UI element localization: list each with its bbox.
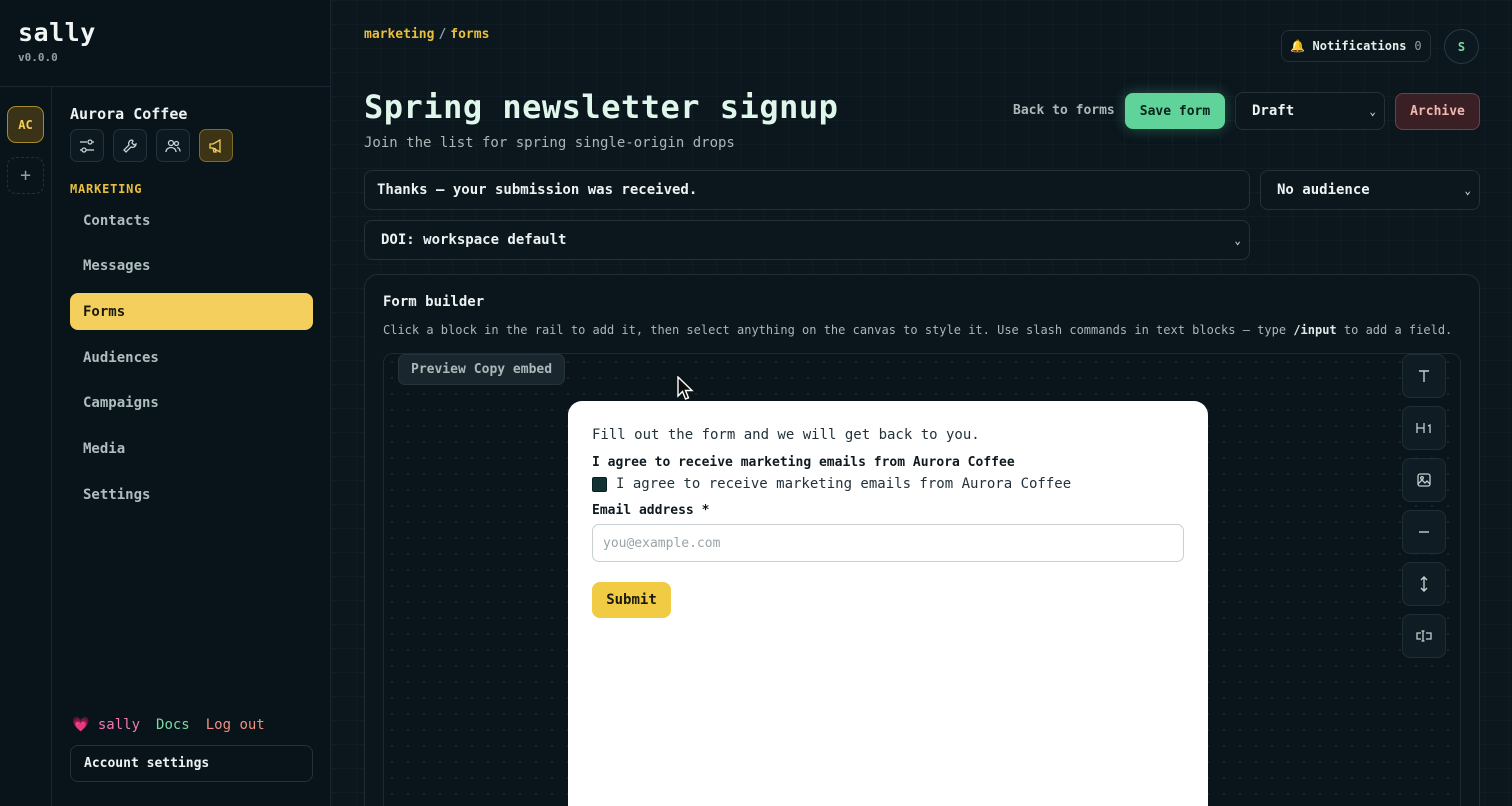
docs-link[interactable]: Docs bbox=[156, 717, 190, 733]
text-icon bbox=[1419, 370, 1429, 382]
chevron-down-icon: ⌄ bbox=[1369, 104, 1376, 118]
workspace-badge[interactable]: AC bbox=[7, 106, 44, 143]
builder-canvas[interactable]: Preview Copy embed Fill out the form and… bbox=[383, 353, 1461, 806]
settings-sliders-button[interactable] bbox=[70, 129, 104, 162]
back-to-forms-link[interactable]: Back to forms bbox=[1013, 103, 1115, 118]
add-image-block-button[interactable] bbox=[1402, 458, 1446, 502]
section-label: MARKETING bbox=[70, 182, 143, 196]
add-spacer-block-button[interactable] bbox=[1402, 562, 1446, 606]
chevron-down-icon: ⌄ bbox=[1464, 183, 1471, 197]
input-icon bbox=[1416, 630, 1432, 642]
divider-icon bbox=[1419, 531, 1429, 533]
doi-select[interactable]: DOI: workspace default ⌄ bbox=[364, 220, 1250, 260]
thanks-message-input[interactable]: Thanks — your submission was received. bbox=[364, 170, 1250, 210]
sidebar-footer: 💗 sally Docs Log out bbox=[72, 717, 265, 733]
workspace-name: Aurora Coffee bbox=[70, 105, 188, 123]
email-label[interactable]: Email address * bbox=[592, 503, 1184, 518]
avatar[interactable]: S bbox=[1444, 29, 1479, 64]
spacer-icon bbox=[1420, 576, 1428, 592]
users-icon bbox=[165, 139, 181, 152]
add-input-block-button[interactable] bbox=[1402, 614, 1446, 658]
add-heading-block-button[interactable] bbox=[1402, 406, 1446, 450]
notifications-label: 🔔 Notifications bbox=[1290, 39, 1407, 53]
save-form-button[interactable]: Save form bbox=[1125, 93, 1225, 129]
megaphone-icon bbox=[209, 138, 221, 153]
form-builder-panel: Form builder Click a block in the rail t… bbox=[364, 274, 1480, 806]
consent-checkbox[interactable] bbox=[592, 476, 607, 492]
sidebar-item-media[interactable]: Media bbox=[70, 430, 313, 467]
audience-select[interactable]: No audience ⌄ bbox=[1260, 170, 1480, 210]
breadcrumb-separator: / bbox=[438, 27, 447, 42]
block-rail bbox=[1402, 354, 1446, 666]
consent-label[interactable]: I agree to receive marketing emails from… bbox=[592, 455, 1184, 470]
add-divider-block-button[interactable] bbox=[1402, 510, 1446, 554]
builder-help-suffix: to add a field. bbox=[1336, 323, 1453, 337]
add-workspace-button[interactable]: + bbox=[7, 157, 44, 194]
brand: sally v0.0.0 bbox=[18, 18, 96, 64]
people-button[interactable] bbox=[156, 129, 190, 162]
notifications-count: 0 bbox=[1414, 39, 1422, 53]
workspace-rail: AC + bbox=[0, 87, 52, 806]
builder-help-command: /input bbox=[1293, 323, 1337, 337]
add-text-block-button[interactable] bbox=[1402, 354, 1446, 398]
mouse-cursor-icon bbox=[677, 376, 694, 400]
builder-title: Form builder bbox=[383, 294, 485, 310]
form-intro-text[interactable]: Fill out the form and we will get back t… bbox=[592, 427, 1184, 443]
marketing-button[interactable] bbox=[199, 129, 233, 162]
workspace-tools bbox=[70, 129, 233, 162]
email-field[interactable]: you@example.com bbox=[592, 524, 1184, 562]
sidebar-item-audiences[interactable]: Audiences bbox=[70, 339, 313, 376]
consent-row: I agree to receive marketing emails from… bbox=[592, 476, 1184, 492]
sidebar-item-settings[interactable]: Settings bbox=[70, 476, 313, 513]
sidebar: sally v0.0.0 AC + Aurora Coffee MARKETIN… bbox=[0, 0, 331, 806]
heading-icon bbox=[1416, 423, 1431, 433]
sidebar-nav: Contacts Messages Forms Audiences Campai… bbox=[70, 202, 313, 522]
sidebar-item-messages[interactable]: Messages bbox=[70, 248, 313, 285]
account-settings-button[interactable]: Account settings bbox=[70, 745, 313, 782]
sliders-icon bbox=[80, 138, 94, 153]
status-select[interactable]: Draft ⌄ bbox=[1235, 92, 1385, 130]
wrench-icon bbox=[123, 138, 137, 153]
status-value: Draft bbox=[1252, 103, 1295, 119]
submit-button[interactable]: Submit bbox=[592, 582, 671, 618]
sidebar-item-contacts[interactable]: Contacts bbox=[70, 202, 313, 239]
page-subtitle: Join the list for spring single-origin d… bbox=[364, 135, 735, 151]
main-content: marketing / forms 🔔 Notifications 0 S Spri… bbox=[332, 0, 1512, 806]
breadcrumb-current[interactable]: forms bbox=[450, 27, 489, 42]
sidebar-item-campaigns[interactable]: Campaigns bbox=[70, 385, 313, 422]
copy-embed-button[interactable]: Copy embed bbox=[474, 362, 552, 377]
preview-button[interactable]: Preview bbox=[411, 362, 466, 377]
app-name: sally bbox=[18, 18, 96, 47]
notifications-button[interactable]: 🔔 Notifications 0 bbox=[1281, 30, 1431, 62]
archive-button[interactable]: Archive bbox=[1395, 93, 1480, 130]
page-title: Spring newsletter signup bbox=[364, 88, 839, 126]
app-version: v0.0.0 bbox=[18, 51, 58, 64]
image-icon bbox=[1417, 473, 1431, 487]
doi-value: DOI: workspace default bbox=[381, 232, 567, 248]
audience-value: No audience bbox=[1277, 182, 1370, 198]
builder-help-text: Click a block in the rail to add it, the… bbox=[383, 323, 1294, 337]
consent-checkbox-text: I agree to receive marketing emails from… bbox=[616, 476, 1072, 492]
chevron-down-icon: ⌄ bbox=[1234, 233, 1241, 247]
sidebar-item-forms[interactable]: Forms bbox=[70, 293, 313, 331]
breadcrumb: marketing / forms bbox=[364, 27, 489, 42]
builder-help: Click a block in the rail to add it, the… bbox=[383, 323, 1452, 337]
sally-link[interactable]: 💗 sally bbox=[72, 717, 140, 733]
tools-button[interactable] bbox=[113, 129, 147, 162]
logout-link[interactable]: Log out bbox=[206, 717, 265, 733]
form-preview-card[interactable]: Fill out the form and we will get back t… bbox=[568, 401, 1208, 806]
canvas-toolbar: Preview Copy embed bbox=[398, 354, 566, 385]
breadcrumb-parent[interactable]: marketing bbox=[364, 27, 434, 42]
